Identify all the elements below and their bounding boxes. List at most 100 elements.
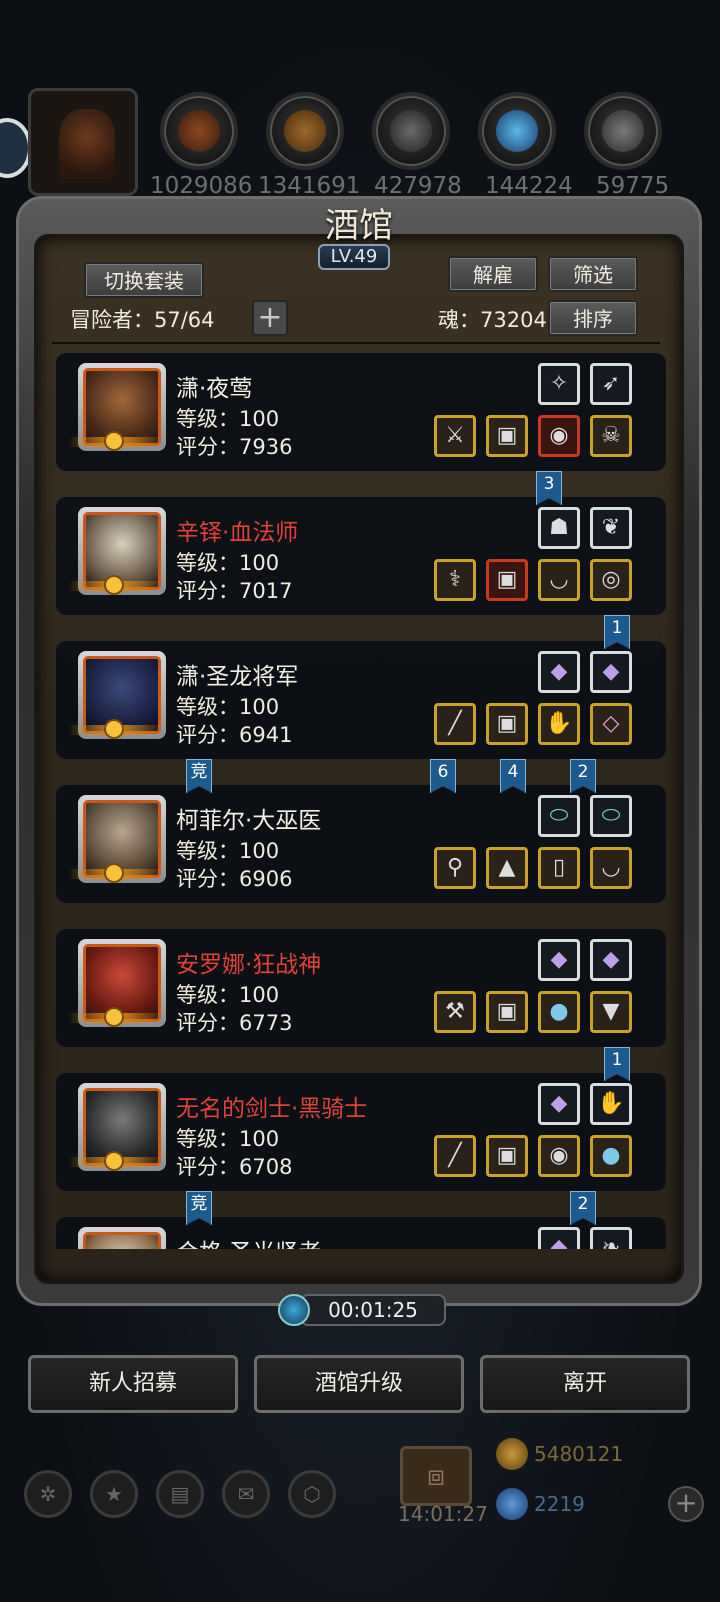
hero-name: 潇·夜莺 bbox=[176, 376, 253, 402]
feather-icon[interactable]: ❧ bbox=[590, 1227, 632, 1249]
filter-button[interactable]: 筛选 bbox=[548, 256, 638, 292]
settings-icon[interactable]: ✲ bbox=[24, 1470, 72, 1518]
hero-row[interactable]: 安罗娜·狂战神 等级：100 评分：6773 ◆ ◆ ⚒ ▣ ● ▼ bbox=[56, 929, 666, 1047]
armor-icon[interactable]: ▣ bbox=[486, 559, 528, 601]
resource-slot-meat[interactable] bbox=[160, 92, 238, 170]
hero-name: 合格·圣光贤者 bbox=[176, 1233, 321, 1249]
moon-icon bbox=[104, 863, 124, 883]
hero-level: 等级：100 bbox=[176, 983, 280, 1007]
dismiss-button[interactable]: 解雇 bbox=[448, 256, 538, 292]
gem-icon[interactable]: ◆ bbox=[538, 939, 580, 981]
gift-box-icon[interactable]: ⧈ bbox=[400, 1446, 472, 1506]
tavern-panel: 酒馆 LV.49 切换套装 解雇 筛选 排序 冒险者：57/64 + 魂：732… bbox=[16, 196, 702, 1306]
armor-icon[interactable]: ▣ bbox=[486, 415, 528, 457]
hero-name: 安罗娜·狂战神 bbox=[176, 952, 322, 978]
gem-icon[interactable]: ◆ bbox=[538, 1227, 580, 1249]
gem-icon[interactable]: ◆ bbox=[538, 651, 580, 693]
book-icon[interactable]: ▤ bbox=[156, 1470, 204, 1518]
hero-portrait[interactable] bbox=[78, 1227, 166, 1249]
gem-currency-icon bbox=[496, 1488, 528, 1520]
moon-icon bbox=[104, 431, 124, 451]
staff-icon[interactable]: ⚕ bbox=[434, 559, 476, 601]
rune-icon[interactable]: ◇ bbox=[590, 703, 632, 745]
gold-amount: 5480121 bbox=[534, 1442, 624, 1466]
clock-icon bbox=[278, 1294, 310, 1326]
crystal-icon bbox=[496, 110, 538, 152]
armor-icon[interactable]: ▣ bbox=[486, 1135, 528, 1177]
recruit-button[interactable]: 新人招募 bbox=[28, 1355, 238, 1413]
hero-row[interactable]: 辛铎·血法师 等级：100 评分：7017 ☗ ❦ ⚕ ▣ ◡ ◎ bbox=[56, 497, 666, 615]
sort-button[interactable]: 排序 bbox=[548, 300, 638, 336]
sigil-icon[interactable]: ✧ bbox=[538, 363, 580, 405]
disk-icon[interactable]: ⬭ bbox=[590, 795, 632, 837]
shield-icon[interactable]: ◉ bbox=[538, 415, 580, 457]
hero-row[interactable]: 无名的剑士·黑骑士 等级：100 评分：6708 ◆ ✋ ╱ ▣ ◉ ● bbox=[56, 1073, 666, 1191]
gauntlet-icon[interactable]: ✋ bbox=[538, 703, 580, 745]
steel-icon bbox=[602, 110, 644, 152]
switch-outfit-button[interactable]: 切换套装 bbox=[84, 262, 204, 298]
tavern-level-badge: LV.49 bbox=[318, 244, 390, 270]
resource-slot-crystal[interactable] bbox=[478, 92, 556, 170]
orb-icon[interactable]: ● bbox=[590, 1135, 632, 1177]
adventurer-count: 冒险者：57/64 bbox=[70, 308, 215, 332]
spear-icon[interactable]: ╱ bbox=[434, 703, 476, 745]
armor-icon[interactable]: ▣ bbox=[486, 991, 528, 1033]
meat-icon bbox=[178, 110, 220, 152]
armor-icon[interactable]: ▣ bbox=[486, 703, 528, 745]
hero-score: 评分：6773 bbox=[176, 1011, 293, 1035]
boot-icon[interactable]: ▼ bbox=[590, 991, 632, 1033]
moon-icon bbox=[104, 719, 124, 739]
wood-icon bbox=[284, 110, 326, 152]
ring-icon[interactable]: ◎ bbox=[590, 559, 632, 601]
necklace-icon[interactable]: ◡ bbox=[538, 559, 580, 601]
gem-icon[interactable]: ◆ bbox=[538, 1083, 580, 1125]
resource-slot-iron[interactable] bbox=[372, 92, 450, 170]
add-currency-button[interactable]: + bbox=[668, 1486, 704, 1522]
add-adventurer-slot-button[interactable]: + bbox=[252, 300, 288, 336]
hero-level: 等级：100 bbox=[176, 551, 280, 575]
leave-button[interactable]: 离开 bbox=[480, 1355, 690, 1413]
orb-icon[interactable]: ● bbox=[538, 991, 580, 1033]
hero-score: 评分：6708 bbox=[176, 1155, 293, 1179]
soul-count: 魂：73204 bbox=[438, 308, 547, 332]
hero-score: 评分：7936 bbox=[176, 435, 293, 459]
gem-icon[interactable]: ◆ bbox=[590, 651, 632, 693]
axe-icon[interactable]: ⚒ bbox=[434, 991, 476, 1033]
hero-level: 等级：100 bbox=[176, 407, 280, 431]
dagger-icon[interactable]: ⚔ bbox=[434, 415, 476, 457]
skull-icon[interactable]: ☠ bbox=[590, 415, 632, 457]
glove-icon[interactable]: ✋ bbox=[590, 1083, 632, 1125]
disk-icon[interactable]: ⬭ bbox=[538, 795, 580, 837]
mail-icon[interactable]: ✉ bbox=[222, 1470, 270, 1518]
hero-score: 评分：6941 bbox=[176, 723, 293, 747]
robe-icon[interactable]: ▲ bbox=[486, 847, 528, 889]
sword-icon[interactable]: ╱ bbox=[434, 1135, 476, 1177]
hero-name: 辛铎·血法师 bbox=[176, 520, 299, 546]
hero-row[interactable]: 潇·夜莺 等级：100 评分：7936 ✧ ➶ ⚔ ▣ ◉ ☠ bbox=[56, 353, 666, 471]
gem-icon[interactable]: ◆ bbox=[590, 939, 632, 981]
hero-row[interactable]: 柯菲尔·大巫医 等级：100 评分：6906 ⬭ ⬭ ⚲ ▲ ▯ ◡ bbox=[56, 785, 666, 903]
hero-list[interactable]: 潇·夜莺 等级：100 评分：7936 ✧ ➶ ⚔ ▣ ◉ ☠ 辛铎·血法师 等… bbox=[56, 351, 666, 1249]
hero-avatar-icon bbox=[83, 1232, 161, 1249]
hero-name: 潇·圣龙将军 bbox=[176, 664, 299, 690]
achievement-icon[interactable]: ★ bbox=[90, 1470, 138, 1518]
necklace-icon[interactable]: ◡ bbox=[590, 847, 632, 889]
resource-slot-steel[interactable] bbox=[584, 92, 662, 170]
panel-title: 酒馆 bbox=[325, 206, 393, 246]
bracer-icon[interactable]: ▯ bbox=[538, 847, 580, 889]
hero-level: 等级：100 bbox=[176, 1127, 280, 1151]
resource-slot-wood[interactable] bbox=[266, 92, 344, 170]
tavern-upgrade-button[interactable]: 酒馆升级 bbox=[254, 1355, 464, 1413]
hero-row[interactable]: 潇·圣龙将军 等级：100 评分：6941 ◆ ◆ ╱ ▣ ✋ ◇ bbox=[56, 641, 666, 759]
wand-icon[interactable]: ⚲ bbox=[434, 847, 476, 889]
mask-icon[interactable]: ☗ bbox=[538, 507, 580, 549]
hero-name: 无名的剑士·黑骑士 bbox=[176, 1096, 368, 1122]
cloak-icon[interactable]: ❦ bbox=[590, 507, 632, 549]
header-divider bbox=[52, 342, 660, 344]
resource-slot-hero[interactable] bbox=[28, 88, 138, 196]
shield-icon[interactable]: ◉ bbox=[538, 1135, 580, 1177]
hero-score: 评分：6906 bbox=[176, 867, 293, 891]
hero-level: 等级：100 bbox=[176, 839, 280, 863]
cube-icon[interactable]: ⬡ bbox=[288, 1470, 336, 1518]
bow-icon[interactable]: ➶ bbox=[590, 363, 632, 405]
